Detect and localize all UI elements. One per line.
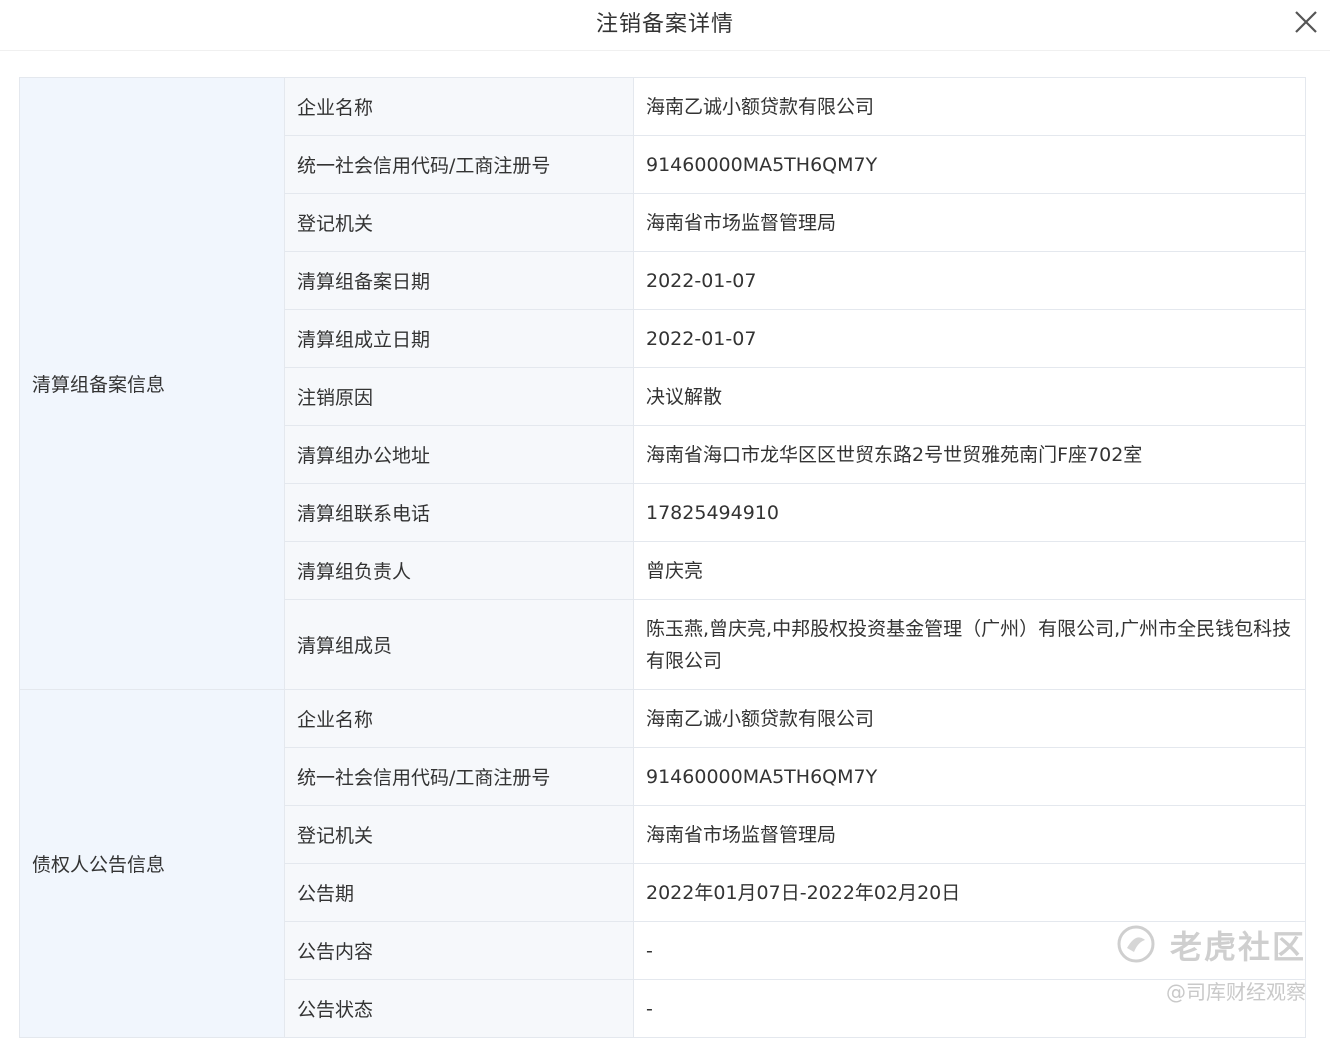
table-row: 清算组备案信息 企业名称 海南乙诚小额贷款有限公司 [19, 77, 1306, 690]
watermark: 老虎社区 @司库财经观察 [1116, 920, 1306, 1010]
detail-table: 清算组备案信息 企业名称 海南乙诚小额贷款有限公司 统一社会信用代码/工商注册号… [19, 77, 1306, 1038]
field-label: 清算组负责人 [284, 541, 634, 600]
tiger-logo-icon [1117, 925, 1155, 963]
section-label: 债权人公告信息 [19, 689, 285, 1038]
field-value: 2022-01-07 [633, 309, 1306, 368]
field-value: 海南省海口市龙华区区世贸东路2号世贸雅苑南门F座702室 [633, 425, 1306, 484]
table-row: 债权人公告信息 企业名称 海南乙诚小额贷款有限公司 [19, 689, 1306, 1038]
watermark-brand: 老虎社区 [1169, 928, 1306, 966]
field-value: 2022年01月07日-2022年02月20日 [633, 863, 1306, 922]
field-label: 注销原因 [284, 367, 634, 426]
field-value: 91460000MA5TH6QM7Y [633, 747, 1306, 806]
field-label: 统一社会信用代码/工商注册号 [284, 747, 634, 806]
field-label: 清算组办公地址 [284, 425, 634, 484]
field-value: 91460000MA5TH6QM7Y [633, 135, 1306, 194]
field-value: 海南省市场监督管理局 [633, 193, 1306, 252]
field-label: 企业名称 [284, 77, 634, 136]
dialog-header: 注销备案详情 [0, 0, 1330, 51]
field-value: 陈玉燕,曾庆亮,中邦股权投资基金管理（广州）有限公司,广州市全民钱包科技有限公司 [633, 599, 1306, 690]
field-value: 决议解散 [633, 367, 1306, 426]
field-value: 海南乙诚小额贷款有限公司 [633, 77, 1306, 136]
field-label: 企业名称 [284, 689, 634, 748]
field-label: 清算组备案日期 [284, 251, 634, 310]
field-label: 统一社会信用代码/工商注册号 [284, 135, 634, 194]
section-label: 清算组备案信息 [19, 77, 285, 690]
field-value: 17825494910 [633, 483, 1306, 542]
field-label: 登记机关 [284, 193, 634, 252]
field-label: 清算组成员 [284, 599, 634, 690]
field-label: 公告期 [284, 863, 634, 922]
field-value: 2022-01-07 [633, 251, 1306, 310]
field-value: 曾庆亮 [633, 541, 1306, 600]
dialog-title: 注销备案详情 [595, 12, 734, 37]
field-label: 公告内容 [284, 921, 634, 980]
field-label: 清算组成立日期 [284, 309, 634, 368]
field-value: 海南乙诚小额贷款有限公司 [633, 689, 1306, 748]
field-value: 海南省市场监督管理局 [633, 805, 1306, 864]
watermark-handle: @司库财经观察 [1166, 980, 1306, 1004]
close-icon[interactable] [1290, 6, 1322, 38]
field-label: 清算组联系电话 [284, 483, 634, 542]
field-label: 登记机关 [284, 805, 634, 864]
field-label: 公告状态 [284, 979, 634, 1038]
